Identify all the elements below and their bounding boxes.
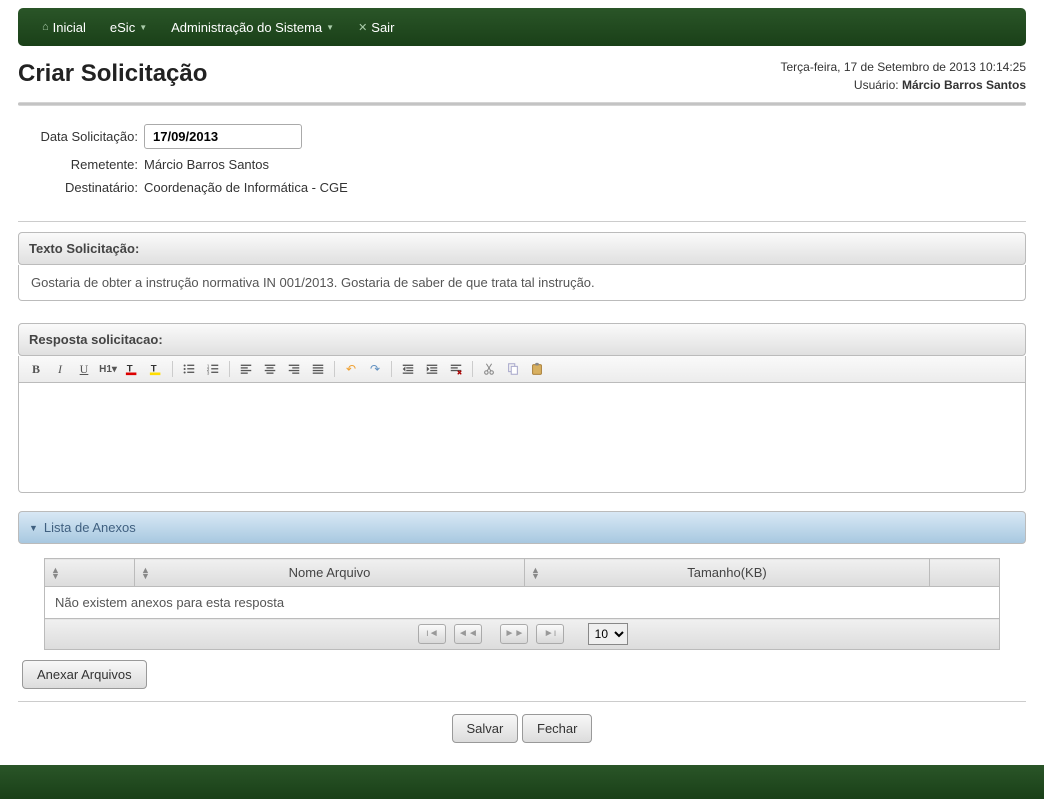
nav-admin[interactable]: Administração do Sistema ▼ [159, 8, 346, 46]
align-left-button[interactable] [235, 359, 257, 379]
align-right-button[interactable] [283, 359, 305, 379]
cut-button[interactable] [478, 359, 500, 379]
anexos-header[interactable]: ▼ Lista de Anexos [18, 511, 1026, 544]
indent-button[interactable] [421, 359, 443, 379]
nav-inicial-label: Inicial [53, 20, 86, 35]
texto-body: Gostaria de obter a instrução normativa … [18, 265, 1026, 301]
nav-esic-label: eSic [110, 20, 135, 35]
destinatario-value: Coordenação de Informática - CGE [144, 180, 348, 195]
anexos-header-label: Lista de Anexos [44, 520, 136, 535]
texto-header: Texto Solicitação: [18, 232, 1026, 265]
remove-format-button[interactable] [445, 359, 467, 379]
nav-sair-label: Sair [371, 20, 394, 35]
heading-button[interactable]: H1▾ [97, 359, 119, 379]
user-name: Márcio Barros Santos [902, 78, 1026, 92]
navbar: ⌂ Inicial eSic ▼ Administração do Sistema ▼… [18, 8, 1026, 46]
resposta-header: Resposta solicitacao: [18, 323, 1026, 356]
editor-toolbar: B I U H1▾ T T 123 ↶ ↷ [18, 356, 1026, 383]
user-label: Usuário: [854, 78, 899, 92]
pager-last[interactable]: ►ı [536, 624, 564, 644]
fechar-button[interactable]: Fechar [522, 714, 592, 743]
collapse-icon: ▼ [29, 523, 38, 533]
date-input[interactable] [144, 124, 302, 149]
outdent-button[interactable] [397, 359, 419, 379]
col-actions [930, 559, 1000, 587]
copy-button[interactable] [502, 359, 524, 379]
page-title: Criar Solicitação [18, 60, 207, 88]
underline-button[interactable]: U [73, 359, 95, 379]
remetente-label: Remetente: [26, 157, 144, 172]
editor-textarea[interactable] [18, 383, 1026, 493]
align-center-button[interactable] [259, 359, 281, 379]
align-justify-button[interactable] [307, 359, 329, 379]
home-icon: ⌂ [42, 21, 49, 33]
paste-button[interactable] [526, 359, 548, 379]
chevron-down-icon: ▼ [326, 23, 334, 32]
nav-inicial[interactable]: ⌂ Inicial [30, 8, 98, 46]
pager-prev[interactable]: ◄◄ [454, 624, 482, 644]
nav-esic[interactable]: eSic ▼ [98, 8, 159, 46]
highlight-button[interactable]: T [145, 359, 167, 379]
col-nome[interactable]: ▲▼Nome Arquivo [135, 559, 525, 587]
anexar-button[interactable]: Anexar Arquivos [22, 660, 147, 689]
bold-button[interactable]: B [25, 359, 47, 379]
anexos-empty: Não existem anexos para esta resposta [45, 587, 1000, 619]
remetente-value: Márcio Barros Santos [144, 157, 269, 172]
date-label: Data Solicitação: [26, 129, 144, 144]
italic-button[interactable]: I [49, 359, 71, 379]
svg-text:3: 3 [207, 370, 210, 375]
font-color-button[interactable]: T [121, 359, 143, 379]
salvar-button[interactable]: Salvar [452, 714, 519, 743]
divider [18, 221, 1026, 222]
nav-admin-label: Administração do Sistema [171, 20, 322, 35]
ordered-list-button[interactable]: 123 [202, 359, 224, 379]
divider [18, 701, 1026, 702]
footer [0, 765, 1044, 799]
col-sort[interactable]: ▲▼ [45, 559, 135, 587]
sort-icon: ▲▼ [531, 567, 540, 579]
pager-size[interactable]: 10 [588, 623, 628, 645]
unordered-list-button[interactable] [178, 359, 200, 379]
undo-button[interactable]: ↶ [340, 359, 362, 379]
header-datetime: Terça-feira, 17 de Setembro de 2013 10:1… [781, 60, 1027, 74]
redo-button[interactable]: ↷ [364, 359, 386, 379]
pager-first[interactable]: ı◄ [418, 624, 446, 644]
destinatario-label: Destinatário: [26, 180, 144, 195]
anexos-table: ▲▼ ▲▼Nome Arquivo ▲▼Tamanho(KB) Não exis… [44, 558, 1000, 650]
close-icon: ✕ [358, 21, 367, 34]
col-tamanho[interactable]: ▲▼Tamanho(KB) [525, 559, 930, 587]
chevron-down-icon: ▼ [139, 23, 147, 32]
nav-sair[interactable]: ✕ Sair [346, 8, 406, 46]
sort-icon: ▲▼ [51, 567, 60, 579]
sort-icon: ▲▼ [141, 567, 150, 579]
pager-next[interactable]: ►► [500, 624, 528, 644]
